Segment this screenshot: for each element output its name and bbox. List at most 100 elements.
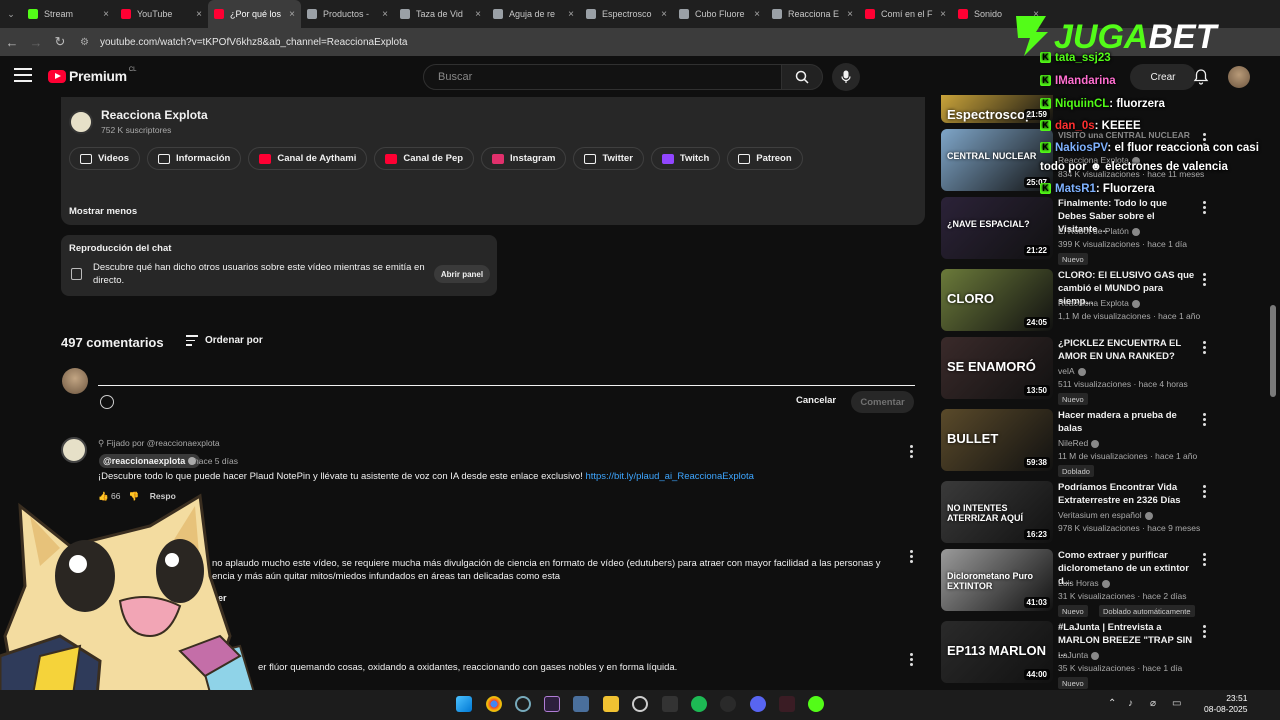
search-button[interactable] <box>781 64 823 90</box>
browser-tab[interactable]: ¿Por qué los × <box>208 0 301 28</box>
channel-link-twitch[interactable]: Twitch <box>650 147 721 170</box>
steam-icon[interactable] <box>720 696 736 712</box>
related-video[interactable]: EP113 MARLON 44:00 #LaJunta | Entrevista a… <box>941 621 1261 689</box>
voice-search-button[interactable] <box>832 63 860 91</box>
url-field[interactable]: ⚙ youtube.com/watch?v=tKPOfV6khz8&ab_cha… <box>80 31 407 53</box>
show-less-button[interactable]: Mostrar menos <box>69 206 137 217</box>
sort-by-button[interactable]: Ordenar por <box>205 335 263 346</box>
video-channel[interactable]: Veritasium en español <box>1058 510 1153 520</box>
browser-tab[interactable]: Productos - × <box>301 0 394 28</box>
comment-author-avatar[interactable] <box>61 437 87 463</box>
video-thumbnail[interactable]: BULLET 59:38 <box>941 409 1053 471</box>
comment-input[interactable] <box>98 370 915 386</box>
app-icon[interactable] <box>779 696 795 712</box>
comment-link[interactable]: https://bit.ly/plaud_ai_ReaccionaExplota <box>585 471 753 482</box>
video-more-icon[interactable] <box>1203 553 1206 568</box>
start-icon[interactable] <box>456 696 472 712</box>
related-video[interactable]: Diclorometano Puro EXTINTOR 41:03 Como ext… <box>941 549 1261 617</box>
video-title[interactable]: Hacer madera a prueba de balas <box>1058 409 1196 435</box>
video-thumbnail[interactable]: Espectroscop 21:59 <box>941 95 1053 123</box>
related-video[interactable]: NO INTENTES ATERRIZAR AQUÍ 16:23 Podríamos… <box>941 481 1261 545</box>
browser-tab[interactable]: Taza de Vid × <box>394 0 487 28</box>
youtube-logo[interactable]: Premium CL <box>48 67 136 84</box>
obs-icon[interactable] <box>632 696 648 712</box>
browser-tab[interactable]: Cubo Fluore × <box>673 0 766 28</box>
video-more-icon[interactable] <box>1203 413 1206 428</box>
network-icon[interactable]: ▭ <box>1172 698 1181 709</box>
comment-more-icon[interactable] <box>910 653 913 666</box>
tab-close-icon[interactable]: × <box>103 9 109 20</box>
browser-tab[interactable]: Aguja de re × <box>487 0 580 28</box>
comment-more-icon[interactable] <box>910 445 913 458</box>
chrome-icon[interactable] <box>486 696 502 712</box>
channel-avatar[interactable] <box>69 110 93 134</box>
app-icon[interactable] <box>662 696 678 712</box>
video-thumbnail[interactable]: SE ENAMORÓ 13:50 <box>941 337 1053 399</box>
channel-link-información[interactable]: Información <box>146 147 242 170</box>
app-icon[interactable] <box>544 696 560 712</box>
related-video[interactable]: BULLET 59:38 Hacer madera a prueba de bala… <box>941 409 1261 477</box>
volume-icon[interactable]: ♪ <box>1128 698 1133 709</box>
tab-close-icon[interactable]: × <box>661 9 667 20</box>
video-more-icon[interactable] <box>1203 485 1206 500</box>
taskbar-clock[interactable]: 23:51 08-08-2025 <box>1204 693 1247 715</box>
video-channel[interactable]: velA <box>1058 366 1086 376</box>
browser-tab[interactable]: Espectrosco × <box>580 0 673 28</box>
mic-icon[interactable]: ⌀ <box>1150 698 1156 709</box>
cancel-comment-button[interactable]: Cancelar <box>796 395 836 406</box>
tab-close-icon[interactable]: × <box>568 9 574 20</box>
tab-close-icon[interactable]: × <box>196 9 202 20</box>
notifications-bell-icon[interactable] <box>1192 68 1210 86</box>
video-channel[interactable]: Luis Horas <box>1058 578 1110 588</box>
video-thumbnail[interactable]: Diclorometano Puro EXTINTOR 41:03 <box>941 549 1053 611</box>
tab-close-icon[interactable]: × <box>289 9 295 20</box>
reload-icon[interactable]: ↻ <box>48 34 72 50</box>
back-icon[interactable]: ← <box>0 35 24 50</box>
related-video[interactable]: CLORO 24:05 CLORO: El ELUSIVO GAS que camb… <box>941 269 1261 333</box>
video-more-icon[interactable] <box>1203 625 1206 640</box>
comment-time[interactable]: hace 5 días <box>194 456 238 466</box>
channel-link-canal-de-pep[interactable]: Canal de Pep <box>374 147 475 170</box>
kick-icon[interactable] <box>808 696 824 712</box>
video-more-icon[interactable] <box>1203 273 1206 288</box>
channel-link-twitter[interactable]: Twitter <box>573 147 644 170</box>
video-thumbnail[interactable]: NO INTENTES ATERRIZAR AQUÍ 16:23 <box>941 481 1053 543</box>
video-channel[interactable]: LaJunta <box>1058 650 1100 660</box>
video-more-icon[interactable] <box>1203 341 1206 356</box>
browser-tab[interactable]: Comí en el F × <box>859 0 952 28</box>
search-input[interactable]: Buscar <box>423 64 783 90</box>
channel-link-videos[interactable]: Videos <box>69 147 140 170</box>
video-channel[interactable]: Reacciona Explota <box>1058 298 1140 308</box>
comment-author[interactable]: @reaccionaexplota <box>99 454 201 468</box>
browser-tab[interactable]: YouTube × <box>115 0 208 28</box>
tab-search-icon[interactable]: ⌄ <box>0 9 22 20</box>
related-video[interactable]: ¿NAVE ESPACIAL? 21:22 Finalmente: Todo lo … <box>941 197 1261 265</box>
video-thumbnail[interactable]: CENTRAL NUCLEAR 25:07 <box>941 129 1053 191</box>
ccleaner-icon[interactable] <box>515 696 531 712</box>
open-chat-panel-button[interactable]: Abrir panel <box>434 265 490 283</box>
video-more-icon[interactable] <box>1203 201 1206 216</box>
submit-comment-button[interactable]: Comentar <box>851 391 914 413</box>
spotify-icon[interactable] <box>691 696 707 712</box>
video-title[interactable]: ¿PICKLEZ ENCUENTRA EL AMOR EN UNA RANKED… <box>1058 337 1196 363</box>
tab-close-icon[interactable]: × <box>475 9 481 20</box>
menu-icon[interactable] <box>14 68 32 82</box>
channel-name[interactable]: Reacciona Explota <box>101 108 208 122</box>
tab-close-icon[interactable]: × <box>382 9 388 20</box>
tab-close-icon[interactable]: × <box>754 9 760 20</box>
related-video[interactable]: SE ENAMORÓ 13:50 ¿PICKLEZ ENCUENTRA EL AMO… <box>941 337 1261 405</box>
video-channel[interactable]: NileRed <box>1058 438 1100 448</box>
comment-more-icon[interactable] <box>910 550 913 563</box>
tab-close-icon[interactable]: × <box>940 9 946 20</box>
forward-icon[interactable]: → <box>24 35 48 50</box>
channel-link-patreon[interactable]: Patreon <box>727 147 803 170</box>
browser-tab[interactable]: Stream × <box>22 0 115 28</box>
notepad-icon[interactable] <box>573 696 589 712</box>
tray-chevron-icon[interactable]: ⌃ <box>1108 698 1116 709</box>
video-thumbnail[interactable]: EP113 MARLON 44:00 <box>941 621 1053 683</box>
channel-link-instagram[interactable]: Instagram <box>481 147 567 170</box>
discord-icon[interactable] <box>750 696 766 712</box>
sort-icon[interactable] <box>186 335 198 349</box>
video-thumbnail[interactable]: ¿NAVE ESPACIAL? 21:22 <box>941 197 1053 259</box>
site-info-icon[interactable]: ⚙ <box>80 37 94 48</box>
